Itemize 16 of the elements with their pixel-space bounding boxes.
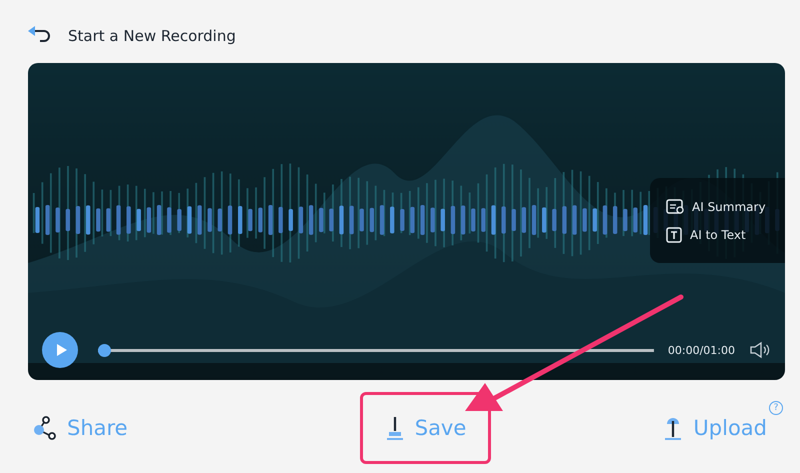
action-link[interactable]: Share: [67, 416, 128, 440]
share-icon: [31, 415, 57, 441]
text-icon: [666, 226, 682, 242]
time-display: 00:00/01:00: [668, 344, 735, 356]
page-title: Start a New Recording: [68, 27, 236, 45]
menu-item[interactable]: AI to Text: [690, 228, 746, 242]
play-icon: [56, 343, 68, 357]
volume-icon[interactable]: [749, 341, 771, 359]
help-icon[interactable]: ?: [769, 401, 783, 415]
summary-icon: [666, 198, 684, 214]
progress-thumb[interactable]: [98, 344, 111, 356]
download-icon: [384, 415, 405, 441]
upload-icon: [663, 415, 684, 441]
menu-item[interactable]: AI Summary: [692, 200, 766, 214]
action-link[interactable]: Save: [414, 416, 466, 440]
action-link[interactable]: Upload: [693, 416, 767, 440]
